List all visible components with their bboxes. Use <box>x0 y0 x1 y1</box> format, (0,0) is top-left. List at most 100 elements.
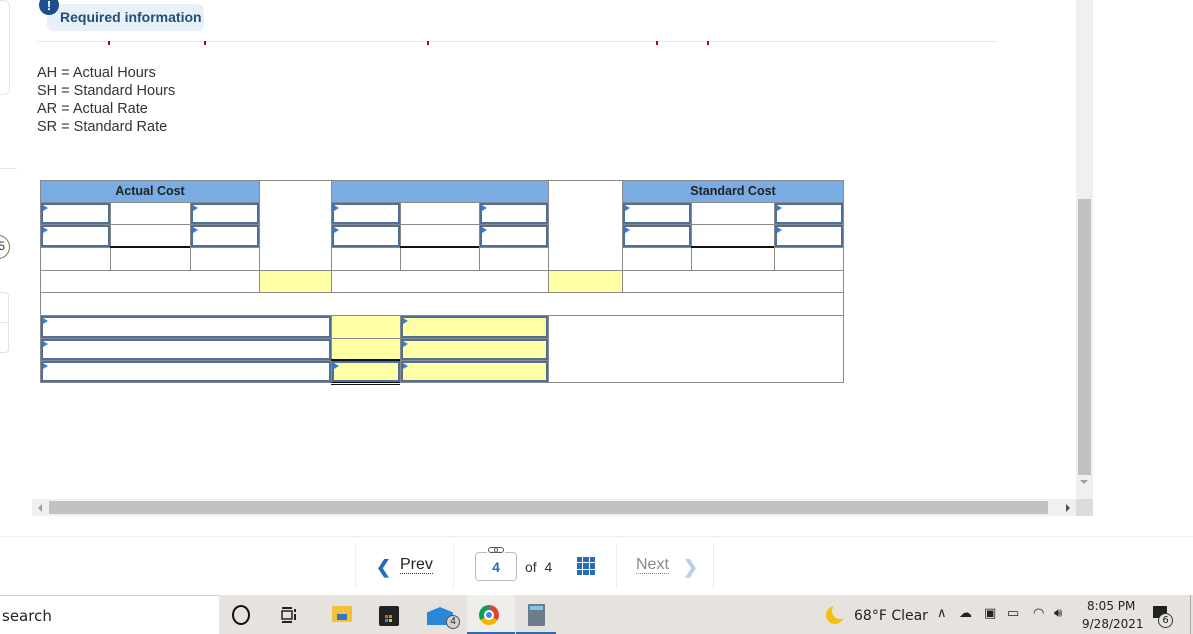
variance-label-select[interactable] <box>41 361 331 382</box>
scrollbar-corner <box>1076 499 1093 516</box>
actual-cost-header: Actual Cost <box>40 180 260 203</box>
standard-cost-header: Standard Cost <box>622 180 844 203</box>
actual-cost-input[interactable] <box>41 225 110 247</box>
middle-input[interactable] <box>480 203 548 224</box>
required-information-label[interactable]: Required information <box>60 9 202 25</box>
clipped-text-fragment <box>707 41 709 45</box>
variance-amount-input[interactable] <box>332 361 400 382</box>
weather-moon-icon[interactable] <box>826 603 848 624</box>
weather-readout[interactable]: 68°F Clear <box>854 608 928 624</box>
spacer-column <box>548 180 623 271</box>
variance-type-select[interactable] <box>401 316 548 338</box>
operator-cell[interactable] <box>691 202 775 225</box>
table-cell <box>331 247 401 271</box>
actual-cost-input[interactable] <box>191 225 259 247</box>
actual-cost-input[interactable] <box>41 203 110 224</box>
total-underline <box>691 246 774 248</box>
show-hidden-icons-chevron-icon[interactable]: ∧ <box>937 606 947 621</box>
side-divider <box>0 168 17 169</box>
microsoft-store-icon[interactable] <box>379 606 399 626</box>
page-count: of 4 <box>525 559 552 575</box>
abbreviation-legend: AH = Actual Hours SH = Standard Hours AR… <box>37 64 175 136</box>
legend-item: SR = Standard Rate <box>37 119 168 135</box>
variance-amount-cell[interactable] <box>331 315 401 339</box>
notification-count-badge: 6 <box>1158 613 1173 628</box>
variance-label-select[interactable] <box>41 339 331 360</box>
of-label: of <box>525 559 537 575</box>
current-page-field[interactable]: 4 <box>475 552 517 581</box>
total-underline <box>400 246 479 248</box>
pagination-separator <box>355 543 356 589</box>
clock-time[interactable]: 8:05 PM <box>1087 599 1135 613</box>
middle-input[interactable] <box>332 203 400 224</box>
operator-cell <box>691 247 775 271</box>
total-cell <box>622 270 844 293</box>
cortana-icon[interactable] <box>232 605 250 625</box>
table-cell <box>479 247 549 271</box>
total-pages: 4 <box>544 559 553 575</box>
volume-icon[interactable]: 🔊︎ <box>1054 606 1062 621</box>
clipped-text-fragment <box>427 41 429 45</box>
variance-type-select[interactable] <box>401 339 548 360</box>
pagination-separator <box>713 543 714 589</box>
standard-cost-input[interactable] <box>623 225 691 247</box>
question-number-badge[interactable]: 5 <box>0 235 10 259</box>
actual-cost-input[interactable] <box>191 203 259 224</box>
clipped-text-fragment <box>108 41 110 45</box>
chrome-icon[interactable] <box>479 605 499 625</box>
show-desktop-edge[interactable] <box>1190 595 1191 634</box>
total-underline <box>110 246 190 248</box>
next-button[interactable]: Next <box>636 557 669 574</box>
pagination-separator <box>453 543 454 589</box>
section-divider <box>37 41 997 42</box>
clipped-text-fragment <box>656 41 658 45</box>
pagination-separator <box>616 543 617 589</box>
scroll-right-arrow-icon[interactable] <box>1066 504 1070 512</box>
battery-icon[interactable]: ▭ <box>1007 606 1019 621</box>
calculator-icon[interactable] <box>528 604 545 626</box>
variance-type-select[interactable] <box>401 361 548 382</box>
variance-amount-cell[interactable] <box>331 338 401 361</box>
middle-input[interactable] <box>332 225 400 247</box>
grid-view-icon[interactable] <box>577 557 595 575</box>
table-cell <box>622 247 692 271</box>
scroll-left-arrow-icon[interactable] <box>38 504 42 512</box>
clock-date[interactable]: 9/28/2021 <box>1082 617 1144 631</box>
standard-cost-input[interactable] <box>775 203 843 224</box>
side-nav-divider <box>0 322 8 323</box>
legend-item: SH = Standard Hours <box>37 83 176 99</box>
operator-cell[interactable] <box>400 224 480 248</box>
prev-button[interactable]: Prev <box>400 557 433 574</box>
horizontal-scrollbar-thumb[interactable] <box>49 501 1048 514</box>
variance-amount-cell[interactable] <box>548 270 623 293</box>
total-underline <box>331 382 400 383</box>
scroll-down-arrow-icon[interactable] <box>1080 480 1088 484</box>
total-cell <box>331 270 549 293</box>
operator-cell[interactable] <box>110 202 191 225</box>
standard-cost-input[interactable] <box>623 203 691 224</box>
chevron-right-icon[interactable]: ❯ <box>683 557 698 578</box>
total-underline <box>331 384 400 385</box>
vertical-scrollbar-thumb[interactable] <box>1078 199 1091 475</box>
chevron-left-icon[interactable]: ❮ <box>376 557 391 578</box>
standard-cost-input[interactable] <box>775 225 843 247</box>
operator-cell[interactable] <box>691 224 775 248</box>
middle-input[interactable] <box>480 225 548 247</box>
table-cell <box>40 247 111 271</box>
meet-now-icon[interactable]: ▣ <box>984 606 996 621</box>
taskbar-search-label[interactable]: search <box>2 607 52 625</box>
link-icon <box>487 545 505 555</box>
mail-unread-badge: 4 <box>446 615 460 629</box>
side-panel-card <box>0 0 10 95</box>
variance-amount-cell[interactable] <box>259 270 332 293</box>
blank-row <box>40 292 844 316</box>
wifi-icon[interactable]: ◠ <box>1033 606 1044 621</box>
operator-cell[interactable] <box>110 224 191 248</box>
operator-cell[interactable] <box>400 202 480 225</box>
variance-label-select[interactable] <box>41 316 331 338</box>
file-explorer-icon[interactable] <box>332 606 352 622</box>
task-view-icon[interactable] <box>280 606 298 624</box>
operator-cell <box>400 247 480 271</box>
onedrive-cloud-icon[interactable]: ☁ <box>959 606 972 621</box>
total-underline <box>331 359 400 361</box>
